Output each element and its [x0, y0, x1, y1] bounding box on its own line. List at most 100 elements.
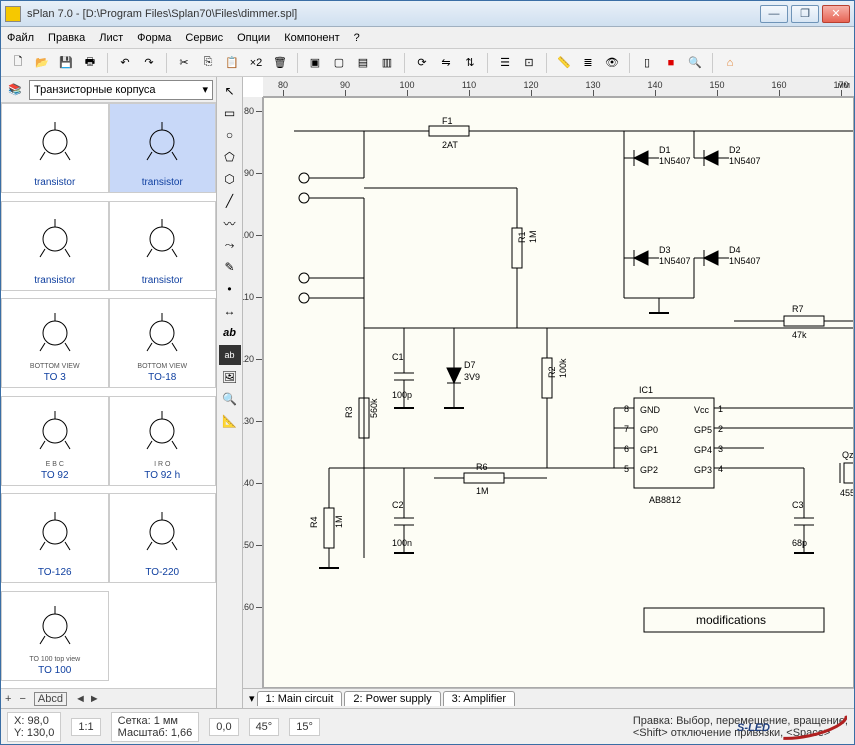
print-icon[interactable]: 🖶 — [79, 52, 101, 74]
special-tool-icon[interactable]: ⬡ — [219, 169, 241, 189]
cut-icon[interactable]: ✂ — [173, 52, 195, 74]
svg-text:100n: 100n — [392, 538, 412, 548]
minimize-button[interactable]: — — [760, 5, 788, 23]
ruler-vertical: 8090100110120130140150160 — [243, 97, 263, 688]
tab-1[interactable]: 1: Main circuit — [257, 691, 343, 706]
text-tool-icon[interactable]: ab — [219, 323, 241, 343]
snap-icon[interactable]: ⊡ — [518, 52, 540, 74]
menu-sheet[interactable]: Лист — [99, 32, 123, 44]
zoom-tool-icon[interactable]: 🔍 — [219, 389, 241, 409]
align-icon[interactable]: ☰ — [494, 52, 516, 74]
maximize-button[interactable]: ❐ — [791, 5, 819, 23]
rect-tool-icon[interactable]: ▭ — [219, 103, 241, 123]
redo-icon[interactable]: ↷ — [138, 52, 160, 74]
tab-nav-icon[interactable]: ▾ — [249, 692, 255, 705]
titlebar: sPlan 7.0 - [D:\Program Files\Splan70\Fi… — [1, 1, 854, 27]
svg-text:1N5407: 1N5407 — [729, 156, 761, 166]
status-deg15[interactable]: 15° — [289, 718, 320, 736]
diode-d3: D31N5407 — [624, 245, 691, 266]
image-tool-icon[interactable]: 🖼 — [219, 367, 241, 387]
library-item[interactable]: I R OTO 92 h — [109, 396, 217, 486]
status-opt[interactable]: 0,0 — [209, 718, 238, 736]
line-tool-icon[interactable]: ╱ — [219, 191, 241, 211]
nav-arrows[interactable]: ◄ ► — [75, 693, 100, 705]
status-deg45[interactable]: 45° — [249, 718, 280, 736]
dimension-tool-icon[interactable]: ↔ — [219, 301, 241, 321]
new-icon[interactable]: 🗋 — [7, 52, 29, 74]
open-icon[interactable]: 📂 — [31, 52, 53, 74]
poly-tool-icon[interactable]: ⬠ — [219, 147, 241, 167]
tab-3[interactable]: 3: Amplifier — [443, 691, 515, 706]
zoom-in-button[interactable]: + — [5, 693, 11, 705]
menu-service[interactable]: Сервис — [185, 32, 223, 44]
svg-text:GND: GND — [640, 405, 661, 415]
close-button[interactable]: ✕ — [822, 5, 850, 23]
node-tool-icon[interactable]: • — [219, 279, 241, 299]
circle-tool-icon[interactable]: ○ — [219, 125, 241, 145]
find-icon[interactable]: 👁 — [601, 52, 623, 74]
menu-file[interactable]: Файл — [7, 32, 34, 44]
library-book-icon[interactable]: 📚 — [4, 79, 26, 101]
library-item[interactable]: TO 100 top viewTO 100 — [1, 591, 109, 681]
save-icon[interactable]: 💾 — [55, 52, 77, 74]
app-icon — [5, 6, 21, 22]
menu-options[interactable]: Опции — [237, 32, 270, 44]
sheet-tabs: ▾ 1: Main circuit 2: Power supply 3: Amp… — [243, 688, 854, 708]
library-item[interactable]: TO-220 — [109, 493, 217, 583]
menu-form[interactable]: Форма — [137, 32, 171, 44]
measure-tool-icon[interactable]: 📐 — [219, 411, 241, 431]
rotate-icon[interactable]: ⟳ — [411, 52, 433, 74]
schematic-canvas[interactable]: F1 2AT D11N5407 D21N5407 D31N5407 D41N54… — [263, 97, 854, 688]
library-item[interactable]: BOTTOM VIEWTO-18 — [109, 298, 217, 388]
menubar: Файл Правка Лист Форма Сервис Опции Комп… — [1, 27, 854, 49]
bezier-tool-icon[interactable]: ⤳ — [219, 235, 241, 255]
library-item[interactable]: transistor — [1, 201, 109, 291]
svg-text:R7: R7 — [792, 304, 804, 314]
mirror-h-icon[interactable]: ⇋ — [435, 52, 457, 74]
svg-text:1M: 1M — [476, 486, 489, 496]
library-selector[interactable]: Транзисторные корпуса ▾ — [29, 80, 213, 100]
abcd-toggle[interactable]: Abcd — [34, 692, 67, 706]
textblock-tool-icon[interactable]: ab — [219, 345, 241, 365]
select-tool-icon[interactable]: ↖ — [219, 81, 241, 101]
group-icon[interactable]: ▣ — [304, 52, 326, 74]
library-item[interactable]: TO-126 — [1, 493, 109, 583]
window-title: sPlan 7.0 - [D:\Program Files\Splan70\Fi… — [27, 8, 760, 20]
list-icon[interactable]: ≣ — [577, 52, 599, 74]
svg-text:1N5407: 1N5407 — [729, 256, 761, 266]
measure-icon[interactable]: 📏 — [553, 52, 575, 74]
back-icon[interactable]: ▥ — [376, 52, 398, 74]
copy-icon[interactable]: ⎘ — [197, 52, 219, 74]
svg-text:R3: R3 — [344, 406, 354, 418]
zoom-fit-icon[interactable]: 🔍 — [684, 52, 706, 74]
status-coords: X: 98,0Y: 130,0 — [7, 712, 61, 742]
mirror-v-icon[interactable]: ⇅ — [459, 52, 481, 74]
front-icon[interactable]: ▤ — [352, 52, 374, 74]
main-toolbar: 🗋 📂 💾 🖶 ↶ ↷ ✂ ⎘ 📋 ×2 🗑 ▣ ▢ ▤ ▥ ⟳ ⇋ ⇅ ☰ ⊡… — [1, 49, 854, 77]
undo-icon[interactable]: ↶ — [114, 52, 136, 74]
svg-text:Vcc: Vcc — [694, 405, 710, 415]
library-item[interactable]: BOTTOM VIEWTO 3 — [1, 298, 109, 388]
home-icon[interactable]: ⌂ — [719, 52, 741, 74]
menu-edit[interactable]: Правка — [48, 32, 85, 44]
menu-help[interactable]: ? — [354, 32, 360, 44]
svg-text:5: 5 — [624, 464, 629, 474]
ungroup-icon[interactable]: ▢ — [328, 52, 350, 74]
svg-text:1N5407: 1N5407 — [659, 156, 691, 166]
svg-text:68p: 68p — [792, 538, 807, 548]
page-icon[interactable]: ▯ — [636, 52, 658, 74]
menu-component[interactable]: Компонент — [284, 32, 339, 44]
duplicate-icon[interactable]: ×2 — [245, 52, 267, 74]
tab-2[interactable]: 2: Power supply — [344, 691, 440, 706]
status-scale: 1:1 — [71, 718, 100, 736]
delete-icon[interactable]: 🗑 — [269, 52, 291, 74]
paste-icon[interactable]: 📋 — [221, 52, 243, 74]
library-item[interactable]: transistor — [109, 201, 217, 291]
library-item[interactable]: transistor — [109, 103, 217, 193]
color-icon[interactable]: ■ — [660, 52, 682, 74]
freehand-tool-icon[interactable]: ✎ — [219, 257, 241, 277]
library-item[interactable]: transistor — [1, 103, 109, 193]
zoom-out-button[interactable]: − — [19, 693, 25, 705]
curve-tool-icon[interactable]: 〰 — [219, 213, 241, 233]
library-item[interactable]: E B CTO 92 — [1, 396, 109, 486]
